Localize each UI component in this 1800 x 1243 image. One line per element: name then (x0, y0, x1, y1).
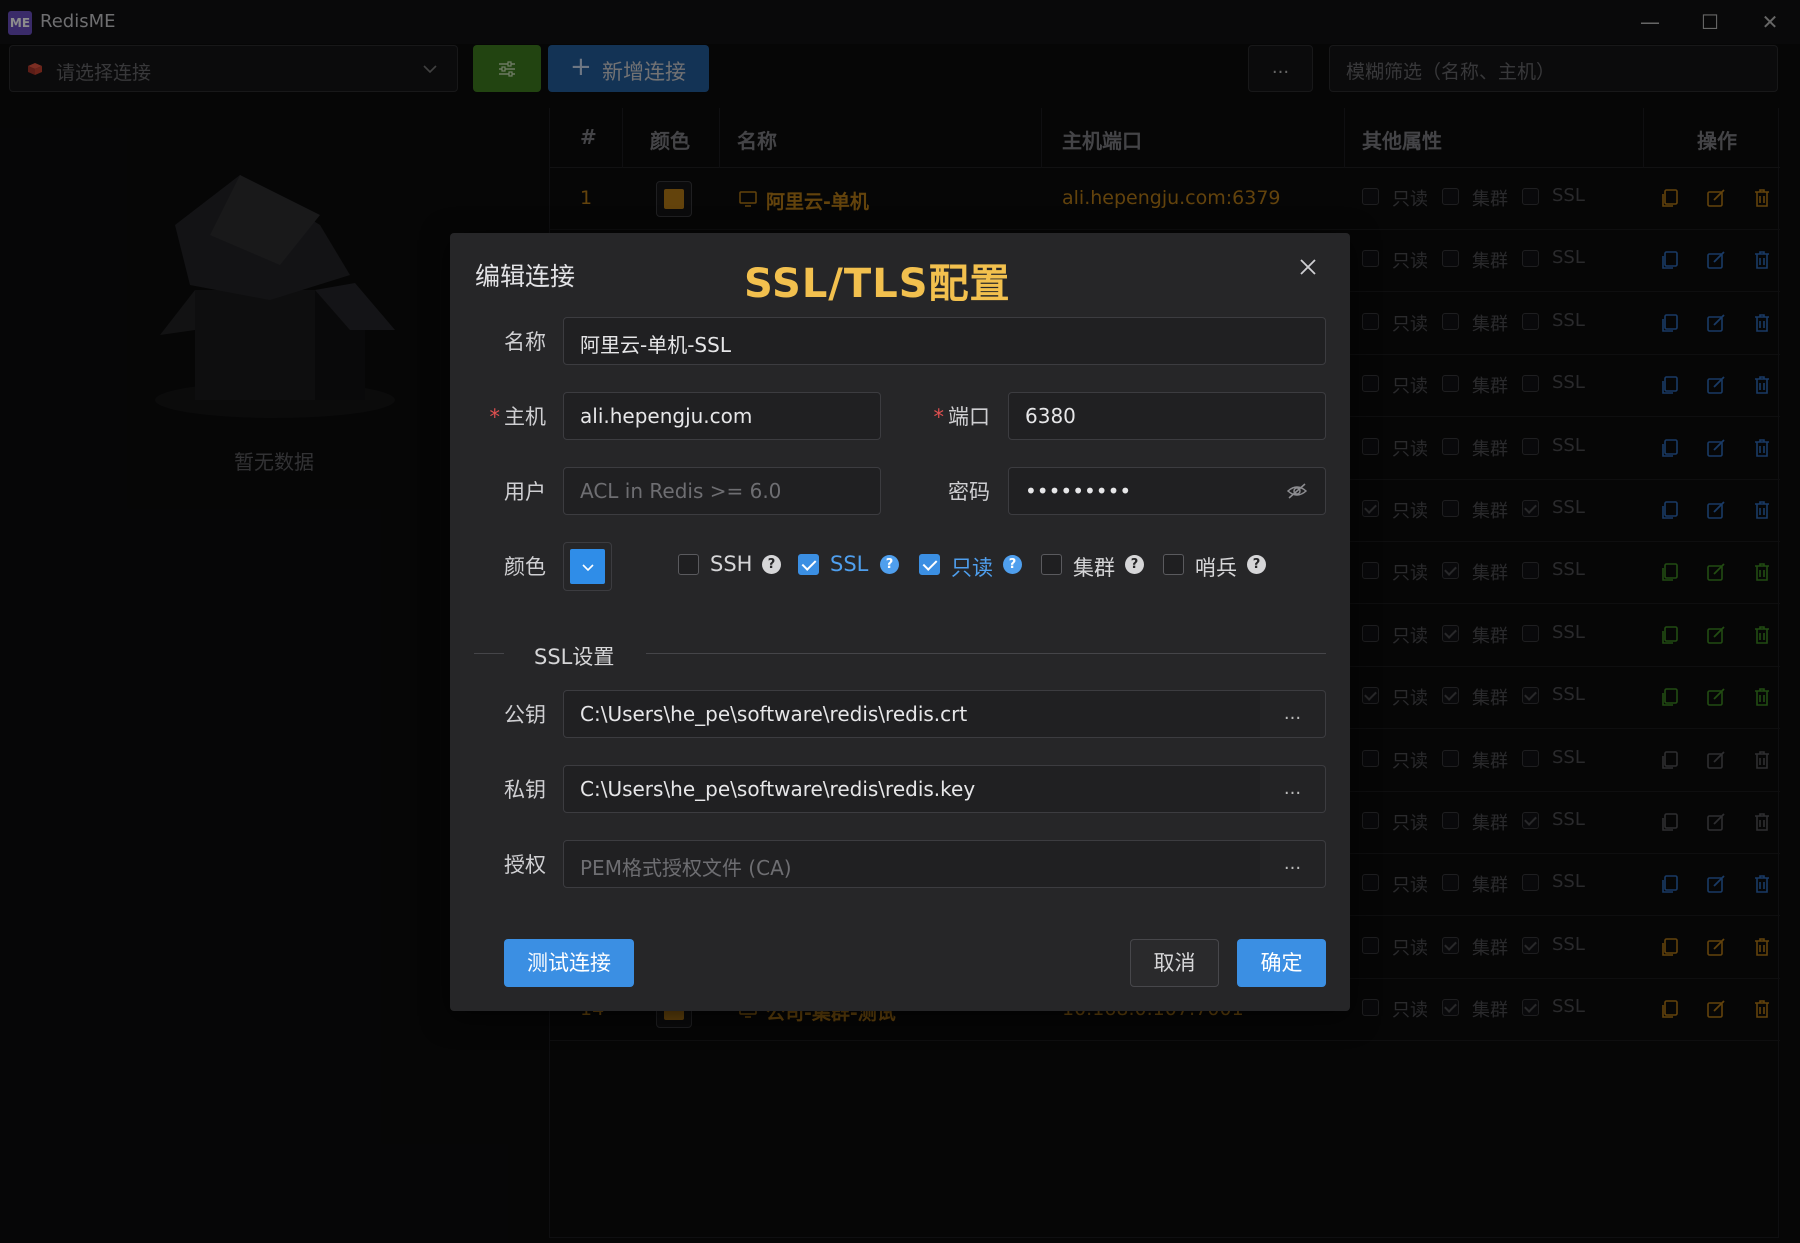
ca-input[interactable]: PEM格式授权文件 (CA) (563, 840, 1261, 888)
ssl-tls-banner: SSL/TLS配置 (744, 261, 1011, 307)
name-label: 名称 (504, 330, 546, 354)
cluster-checkbox[interactable] (1041, 554, 1062, 575)
test-connection-button[interactable]: 测试连接 (504, 939, 634, 987)
ssl-checkbox[interactable] (798, 554, 819, 575)
public-key-label: 公钥 (504, 703, 546, 727)
ssl-section-title: SSL设置 (534, 645, 615, 669)
port-input[interactable]: 6380 (1008, 392, 1326, 440)
ssl-help-icon[interactable]: ? (880, 555, 899, 574)
color-label: 颜色 (504, 555, 546, 579)
sentinel-help-icon[interactable]: ? (1247, 555, 1266, 574)
host-label: * 主机 (489, 405, 547, 429)
cancel-button[interactable]: 取消 (1130, 939, 1219, 987)
cluster-help-icon[interactable]: ? (1125, 555, 1144, 574)
close-icon[interactable] (1296, 255, 1320, 279)
readonly-help-icon[interactable]: ? (1003, 555, 1022, 574)
user-label: 用户 (504, 480, 546, 504)
name-input[interactable]: 阿里云-单机-SSL (563, 317, 1326, 365)
sentinel-checkbox[interactable] (1163, 554, 1184, 575)
cluster-label[interactable]: 集群 (1073, 552, 1115, 582)
chevron-down-icon (582, 564, 594, 572)
private-key-input[interactable]: C:\Users\he_pe\software\redis\redis.key (563, 765, 1261, 813)
color-picker[interactable] (563, 542, 612, 591)
private-key-browse-button[interactable]: ... (1260, 765, 1326, 813)
readonly-label[interactable]: 只读 (951, 552, 993, 582)
ssl-label[interactable]: SSL (830, 552, 868, 576)
readonly-checkbox[interactable] (919, 554, 940, 575)
private-key-label: 私钥 (504, 778, 546, 802)
dialog-title: 编辑连接 (475, 262, 576, 291)
ssh-help-icon[interactable]: ? (762, 555, 781, 574)
ca-browse-button[interactable]: ... (1260, 840, 1326, 888)
ssh-label[interactable]: SSH (710, 552, 752, 576)
ssh-checkbox[interactable] (678, 554, 699, 575)
public-key-browse-button[interactable]: ... (1260, 690, 1326, 738)
port-label: * 端口 (933, 405, 991, 429)
public-key-input[interactable]: C:\Users\he_pe\software\redis\redis.crt (563, 690, 1261, 738)
edit-connection-dialog: 编辑连接 SSL/TLS配置 名称 阿里云-单机-SSL * 主机 ali.hep… (450, 233, 1350, 1011)
eye-off-icon[interactable] (1286, 481, 1308, 501)
password-input[interactable]: ••••••••• (1008, 467, 1326, 515)
host-input[interactable]: ali.hepengju.com (563, 392, 881, 440)
user-input[interactable]: ACL in Redis >= 6.0 (563, 467, 881, 515)
password-value: ••••••••• (1025, 479, 1132, 503)
sentinel-label[interactable]: 哨兵 (1195, 552, 1237, 582)
password-label: 密码 (948, 480, 990, 504)
confirm-button[interactable]: 确定 (1237, 939, 1326, 987)
ca-label: 授权 (504, 853, 546, 877)
